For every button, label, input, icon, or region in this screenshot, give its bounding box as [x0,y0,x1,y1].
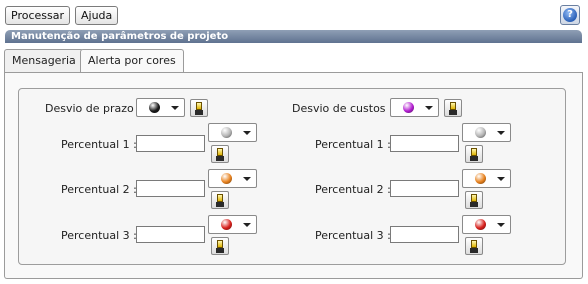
chevron-down-icon [171,106,179,110]
deadline-percent-3-label: Percentual 3 : [61,229,137,242]
paint-brush-icon [471,148,477,156]
deadline-percent-2-color-select[interactable] [208,169,257,188]
color-swatch-icon [475,173,486,184]
chevron-down-icon [243,177,251,181]
chevron-down-icon [425,106,433,110]
deadline-percent-2-brush-button[interactable] [211,191,229,209]
deadline-percent-1-label: Percentual 1 : [61,138,137,151]
chevron-down-icon [497,131,505,135]
paint-brush-icon [217,148,223,156]
help-button[interactable]: Ajuda [75,6,119,25]
deadline-percent-1-brush-button[interactable] [211,145,229,163]
chevron-down-icon [497,177,505,181]
deadline-percent-2-label: Percentual 2 : [61,183,137,196]
deadline-percent-3-brush-button[interactable] [211,237,229,255]
paint-brush-icon [450,102,456,110]
deadline-percent-1-color-select[interactable] [208,123,257,142]
color-swatch-icon [475,127,486,138]
chevron-down-icon [497,223,505,227]
deadline-percent-3-color-select[interactable] [208,215,257,234]
deadline-percent-2-input[interactable] [136,180,205,197]
cost-percent-1-brush-button[interactable] [465,145,483,163]
tab-alerta-por-cores[interactable]: Alerta por cores [80,49,184,74]
color-swatch-icon [221,127,232,138]
cost-percent-2-brush-button[interactable] [465,191,483,209]
deadline-brush-button[interactable] [190,99,208,117]
help-icon-glyph: ? [563,8,577,22]
deadline-color-select[interactable] [136,98,185,117]
cost-percent-1-input[interactable] [390,135,459,152]
cost-percent-3-label: Percentual 3 : [315,229,391,242]
cost-percent-2-input[interactable] [390,180,459,197]
panel-title: Manutenção de parâmetros de projeto [5,30,582,43]
color-swatch-icon [221,173,232,184]
color-swatch-icon [403,102,414,113]
cost-percent-3-color-select[interactable] [462,215,511,234]
deadline-label: Desvio de prazo : [45,102,141,115]
cost-percent-2-label: Percentual 2 : [315,183,391,196]
cost-percent-3-input[interactable] [390,226,459,243]
tab-mensageria[interactable]: Mensageria [4,49,84,73]
color-swatch-icon [149,102,160,113]
paint-brush-icon [196,102,202,110]
paint-brush-icon [471,194,477,202]
cost-label: Desvio de custos : [292,102,393,115]
cost-percent-3-brush-button[interactable] [465,237,483,255]
help-icon[interactable]: ? [560,5,580,25]
paint-brush-icon [471,240,477,248]
cost-percent-1-color-select[interactable] [462,123,511,142]
cost-color-select[interactable] [390,98,439,117]
paint-brush-icon [217,240,223,248]
process-button[interactable]: Processar [5,6,70,25]
paint-brush-icon [217,194,223,202]
cost-percent-1-label: Percentual 1 : [315,138,391,151]
deadline-percent-1-input[interactable] [136,135,205,152]
color-swatch-icon [221,219,232,230]
deadline-percent-3-input[interactable] [136,226,205,243]
chevron-down-icon [243,131,251,135]
cost-brush-button[interactable] [444,99,462,117]
chevron-down-icon [243,223,251,227]
cost-percent-2-color-select[interactable] [462,169,511,188]
color-swatch-icon [475,219,486,230]
